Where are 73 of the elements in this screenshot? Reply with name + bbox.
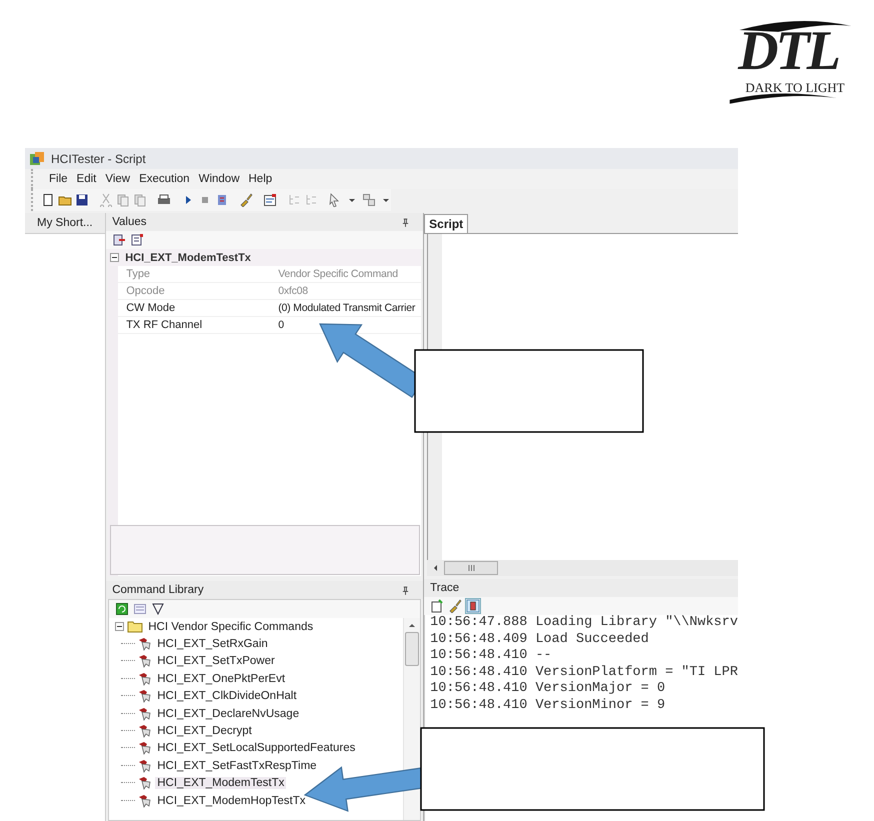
menu-item[interactable]: Edit — [76, 173, 96, 185]
panel-title: Trace — [430, 582, 460, 594]
app-icon — [29, 150, 45, 166]
tree-item[interactable]: HCI_EXT_DeclareNvUsage — [155, 708, 302, 720]
horizontal-scrollbar[interactable] — [427, 560, 738, 576]
sort-icon[interactable] — [112, 233, 126, 247]
tree-item[interactable]: HCI_EXT_ModemTestTx — [155, 777, 286, 790]
menu-item[interactable]: Help — [248, 173, 272, 185]
tree-item[interactable]: HCI_EXT_ModemHopTestTx — [155, 794, 308, 807]
brush-icon[interactable] — [448, 599, 462, 613]
tree-item[interactable]: HCI_EXT_OnePktPerEvt — [155, 672, 288, 685]
menu-item[interactable]: View — [105, 173, 130, 185]
shortcuts-tab[interactable]: My Short... — [25, 213, 106, 234]
filter-icon[interactable] — [151, 602, 166, 616]
command-icon — [138, 794, 152, 808]
pin-icon[interactable] — [402, 586, 410, 594]
command-icon — [138, 706, 152, 721]
tree-item[interactable]: HCI_EXT_SetRxGain — [155, 638, 270, 650]
command-icon — [138, 654, 152, 668]
grip-icon — [468, 565, 475, 571]
scroll-left-icon[interactable] — [433, 564, 438, 572]
property-name: TX RF Channel — [126, 319, 204, 331]
panel-title: Command Library — [112, 584, 204, 596]
command-icon — [138, 741, 152, 756]
command-icon — [138, 758, 152, 773]
property-value[interactable]: 0 — [278, 319, 422, 331]
brush-icon[interactable] — [239, 193, 253, 207]
panel-title: Values — [112, 216, 147, 228]
refresh-icon[interactable] — [115, 602, 130, 616]
command-icon — [138, 672, 152, 686]
command-icon — [138, 776, 152, 790]
script-tab[interactable]: Script — [424, 214, 468, 233]
trace-line: 10:56:48.410 -- — [430, 648, 553, 665]
tree-item[interactable]: HCI_EXT_SetFastTxRespTime — [155, 760, 319, 772]
clipboard-icon[interactable] — [430, 599, 444, 613]
trace-line: 10:56:48.410 VersionPlatform = "TI LPR — [430, 664, 738, 681]
property-name: CW Mode — [126, 302, 176, 314]
property-value[interactable]: (0) Modulated Transmit Carrier — [278, 302, 422, 314]
trace-line: 10:56:48.410 VersionMajor = 0 — [430, 681, 666, 698]
tree-item[interactable]: HCI_EXT_SetTxPower — [155, 655, 277, 668]
pin-icon[interactable] — [402, 218, 410, 226]
logo-tagline: DARK TO LIGHT — [745, 80, 845, 96]
tree-item[interactable]: HCI Vendor Specific Commands — [146, 620, 316, 633]
menu-item[interactable]: Window — [198, 173, 240, 185]
property-name: Opcode — [126, 285, 166, 297]
menu-item[interactable]: Execution — [139, 173, 190, 185]
scroll-thumb[interactable] — [405, 632, 420, 666]
properties-icon[interactable] — [263, 193, 277, 207]
tree-item[interactable]: HCI_EXT_ClkDivideOnHalt — [155, 690, 299, 702]
tree-item[interactable]: HCI_EXT_SetLocalSupportedFeatures — [155, 742, 358, 754]
command-icon — [138, 689, 152, 704]
print-icon[interactable] — [157, 193, 171, 207]
command-icon — [138, 724, 152, 738]
trace-line: 10:56:47.888 Loading Library "\\Nwksrv — [430, 615, 738, 632]
new-file-icon[interactable] — [41, 193, 55, 207]
command-icon — [138, 637, 152, 652]
step-icon[interactable] — [215, 193, 229, 207]
scroll-up-icon[interactable] — [408, 623, 416, 628]
tree-item[interactable]: HCI_EXT_Decrypt — [155, 725, 254, 738]
collapse-icon[interactable] — [110, 253, 120, 262]
trace-line: 10:56:48.410 VersionMinor = 9 — [430, 698, 666, 715]
folder-icon — [127, 620, 144, 634]
logo-letters: DTL — [738, 22, 838, 80]
collapse-icon[interactable] — [115, 622, 124, 632]
window-title: HCITester - Script — [51, 152, 146, 166]
save-icon[interactable] — [75, 193, 89, 207]
property-name: Type — [126, 268, 152, 280]
toggle-icon[interactable] — [466, 599, 480, 613]
trace-line: 10:56:48.409 Load Succeeded — [430, 632, 650, 648]
menu-item[interactable]: File — [49, 173, 68, 185]
cursor-icon[interactable] — [328, 193, 342, 207]
list-icon[interactable] — [130, 233, 144, 247]
command-name: HCI_EXT_ModemTestTx — [125, 252, 251, 264]
